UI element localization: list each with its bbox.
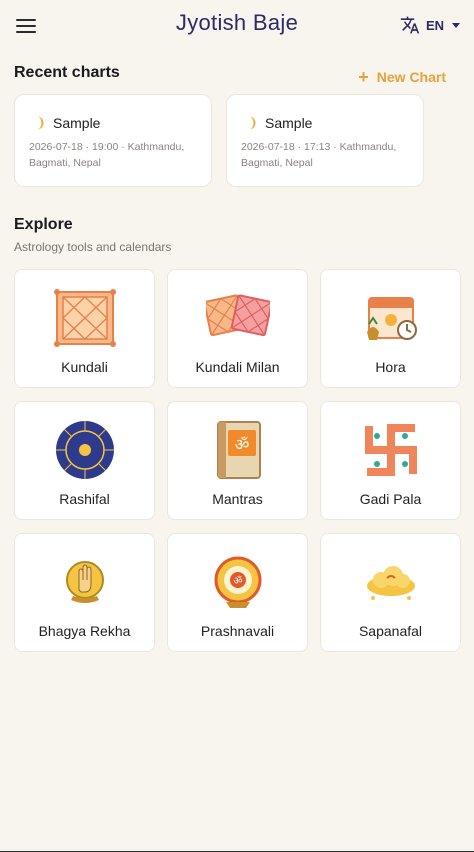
dropdown-caret-icon xyxy=(452,22,460,28)
tool-label: Sapanafal xyxy=(358,623,423,639)
language-code: EN xyxy=(425,17,444,33)
moon-icon xyxy=(249,116,256,130)
tool-label: Gadi Pala xyxy=(359,491,422,507)
translate-icon xyxy=(400,16,420,34)
om-wheel-icon: ॐ xyxy=(214,556,262,608)
recent-chart-card[interactable]: Sample 2026-07-18 · 19:00 · Kathmandu, B… xyxy=(14,94,212,187)
tool-label: Hora xyxy=(375,359,406,375)
kundali-match-icon xyxy=(206,294,270,337)
chart-name: Sample xyxy=(265,115,313,131)
moon-icon xyxy=(37,116,44,130)
tool-tile-sapanafal[interactable]: Sapanafal xyxy=(320,533,461,652)
tool-label: Rashifal xyxy=(59,491,110,507)
svg-text:ॐ: ॐ xyxy=(235,435,250,454)
top-app-bar: Jyotish Baje EN xyxy=(0,0,474,50)
zodiac-wheel-icon xyxy=(56,421,114,479)
swastika-icon xyxy=(365,424,417,476)
palm-icon xyxy=(66,561,104,603)
tool-label: Prashnavali xyxy=(200,623,275,639)
tool-label: Kundali xyxy=(61,359,108,375)
tool-label: Bhagya Rekha xyxy=(38,623,131,639)
tool-tile-bhagya-rekha[interactable]: Bhagya Rekha xyxy=(14,533,155,652)
language-selector[interactable]: EN xyxy=(400,14,460,36)
svg-text:ॐ: ॐ xyxy=(233,575,242,587)
chart-name: Sample xyxy=(53,115,101,131)
recent-charts-title: Recent charts xyxy=(14,64,120,81)
tool-label: Kundali Milan xyxy=(195,359,280,375)
tool-tile-hora[interactable]: Hora xyxy=(320,269,461,388)
tool-label: Mantras xyxy=(212,491,263,507)
chart-meta: 2026-07-18 · 19:00 · Kathmandu, Bagmati,… xyxy=(29,141,185,169)
tool-tile-kundali[interactable]: Kundali xyxy=(14,269,155,388)
explore-subtitle: Astrology tools and calendars xyxy=(14,240,172,254)
plus-icon: + xyxy=(358,67,369,87)
new-chart-label: New Chart xyxy=(376,69,446,85)
kundali-chart-icon xyxy=(54,289,116,347)
new-chart-button[interactable]: + New Chart xyxy=(358,66,446,88)
tool-tile-prashnavali[interactable]: ॐ Prashnavali xyxy=(167,533,308,652)
om-book-icon: ॐ xyxy=(217,421,261,479)
tool-tile-gadi-pala[interactable]: Gadi Pala xyxy=(320,401,461,520)
recent-chart-card[interactable]: Sample 2026-07-18 · 17:13 · Kathmandu, B… xyxy=(226,94,424,187)
dream-cloud-icon xyxy=(367,566,415,600)
tool-tile-kundali-milan[interactable]: Kundali Milan xyxy=(167,269,308,388)
chart-meta: 2026-07-18 · 17:13 · Kathmandu, Bagmati,… xyxy=(241,141,397,169)
hora-calendar-icon xyxy=(367,297,417,340)
explore-title: Explore xyxy=(14,216,73,233)
tool-tile-mantras[interactable]: ॐ Mantras xyxy=(167,401,308,520)
tool-tile-rashifal[interactable]: Rashifal xyxy=(14,401,155,520)
